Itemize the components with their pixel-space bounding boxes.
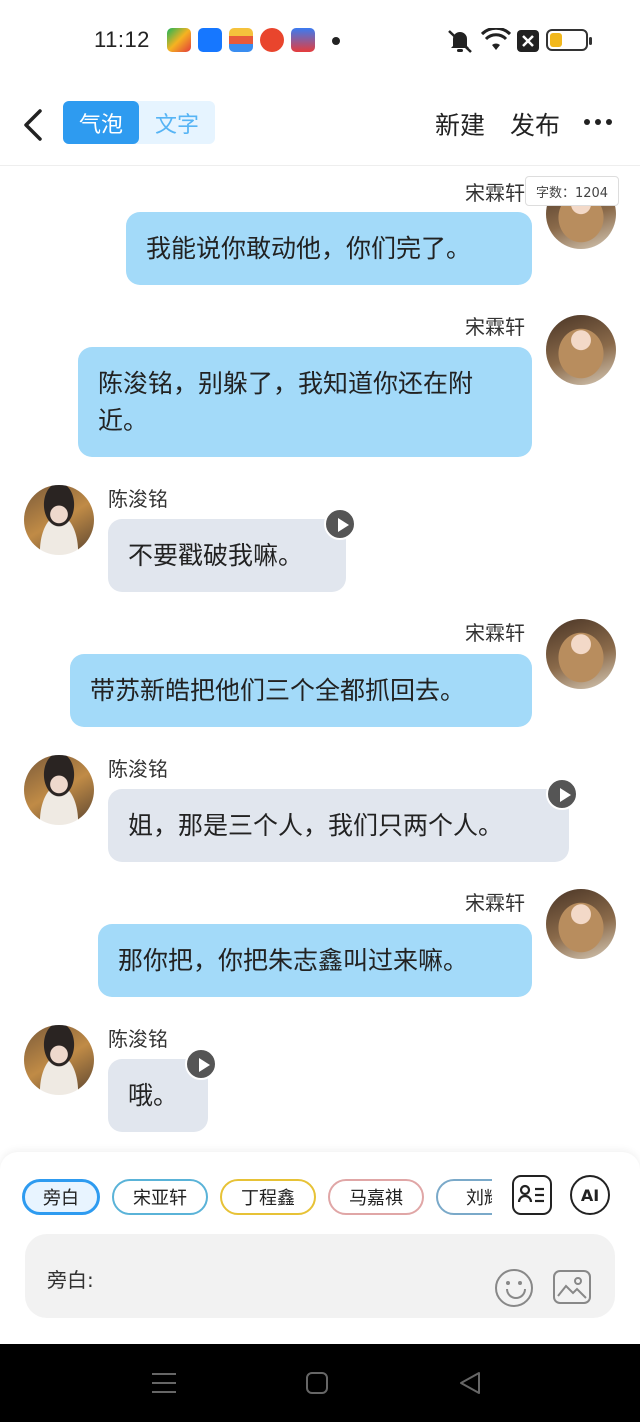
alipay-notification-icon	[198, 28, 222, 52]
back-triangle-icon[interactable]	[458, 1371, 482, 1395]
avatar[interactable]	[24, 485, 94, 555]
play-voice-icon[interactable]	[324, 508, 356, 540]
battery-icon	[546, 29, 592, 51]
more-notifications-dot	[332, 37, 340, 45]
tab-bubble[interactable]: 气泡	[63, 101, 139, 144]
message-bubble[interactable]: 那你把，你把朱志鑫叫过来嘛。	[98, 924, 532, 997]
status-bar: 11:12	[0, 0, 640, 82]
composer-panel: 旁白宋亚轩丁程鑫马嘉祺刘耀 AI 旁白:	[0, 1152, 640, 1344]
role-chip-narrator[interactable]: 旁白	[22, 1179, 100, 1215]
mute-bell-icon	[448, 30, 472, 53]
narration-input[interactable]: 旁白:	[25, 1234, 615, 1318]
avatar[interactable]	[24, 1025, 94, 1095]
wallet-notification-icon	[229, 28, 253, 52]
ai-button[interactable]: AI	[570, 1175, 610, 1215]
play-voice-icon[interactable]	[185, 1048, 217, 1080]
no-sim-icon	[517, 30, 539, 52]
sender-name: 宋霖轩	[465, 891, 525, 915]
role-chip[interactable]: 丁程鑫	[220, 1179, 316, 1215]
view-mode-toggle: 气泡 文字	[63, 101, 215, 144]
new-button[interactable]: 新建	[435, 106, 485, 142]
sender-name: 宋霖轩	[465, 315, 525, 339]
image-icon[interactable]	[553, 1270, 591, 1304]
sender-name: 陈浚铭	[108, 487, 168, 511]
role-chip[interactable]: 刘耀	[436, 1179, 492, 1215]
word-count-tooltip: 字数：1204	[525, 176, 619, 206]
shop-notification-icon	[260, 28, 284, 52]
role-chip[interactable]: 宋亚轩	[112, 1179, 208, 1215]
role-chip[interactable]: 马嘉祺	[328, 1179, 424, 1215]
play-voice-icon[interactable]	[546, 778, 578, 810]
more-horizontal-icon[interactable]	[584, 119, 612, 125]
role-selector: 旁白宋亚轩丁程鑫马嘉祺刘耀	[22, 1179, 492, 1217]
avatar[interactable]	[546, 889, 616, 959]
top-nav-bar: 气泡 文字 新建 发布	[0, 92, 640, 166]
contact-card-icon[interactable]	[512, 1175, 552, 1215]
input-label: 旁白:	[47, 1268, 94, 1292]
message-bubble[interactable]: 不要戳破我嘛。	[108, 519, 346, 592]
avatar[interactable]	[546, 619, 616, 689]
sender-name: 宋霖轩	[465, 181, 525, 205]
chat-area: 宋霖轩 我能说你敢动他，你们完了。 宋霖轩 陈浚铭，别躲了，我知道你还在附近。 …	[0, 167, 640, 1152]
app-notification-icon	[167, 28, 191, 52]
home-icon[interactable]	[306, 1372, 328, 1394]
emoji-icon[interactable]	[495, 1269, 533, 1307]
sender-name: 陈浚铭	[108, 1027, 168, 1051]
wifi-icon	[481, 28, 511, 50]
system-nav-bar	[0, 1344, 640, 1422]
status-time: 11:12	[94, 27, 150, 52]
message-bubble[interactable]: 陈浚铭，别躲了，我知道你还在附近。	[78, 347, 532, 457]
avatar[interactable]	[546, 315, 616, 385]
avatar[interactable]	[24, 755, 94, 825]
cloud-notification-icon	[291, 28, 315, 52]
message-bubble[interactable]: 我能说你敢动他，你们完了。	[126, 212, 532, 285]
message-bubble[interactable]: 姐，那是三个人，我们只两个人。	[108, 789, 569, 862]
publish-button[interactable]: 发布	[510, 106, 560, 142]
sender-name: 陈浚铭	[108, 757, 168, 781]
chevron-left-icon[interactable]	[20, 108, 46, 142]
tab-text[interactable]: 文字	[139, 101, 215, 144]
message-bubble[interactable]: 带苏新皓把他们三个全都抓回去。	[70, 654, 532, 727]
sender-name: 宋霖轩	[465, 621, 525, 645]
menu-icon[interactable]	[152, 1372, 176, 1394]
